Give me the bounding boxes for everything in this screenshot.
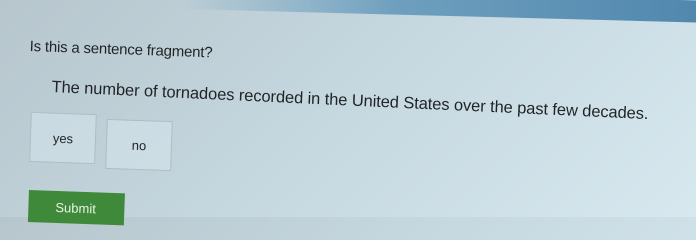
choice-yes-label: yes [52, 130, 74, 146]
question-prompt: Is this a sentence fragment? [29, 38, 213, 62]
choice-no-button[interactable]: no [105, 118, 173, 172]
choice-no-label: no [131, 137, 147, 153]
top-band [179, 0, 696, 24]
submit-button[interactable]: Submit [27, 190, 125, 226]
choice-yes-button[interactable]: yes [29, 111, 97, 165]
sentence-text: The number of tornadoes recorded in the … [51, 78, 649, 124]
